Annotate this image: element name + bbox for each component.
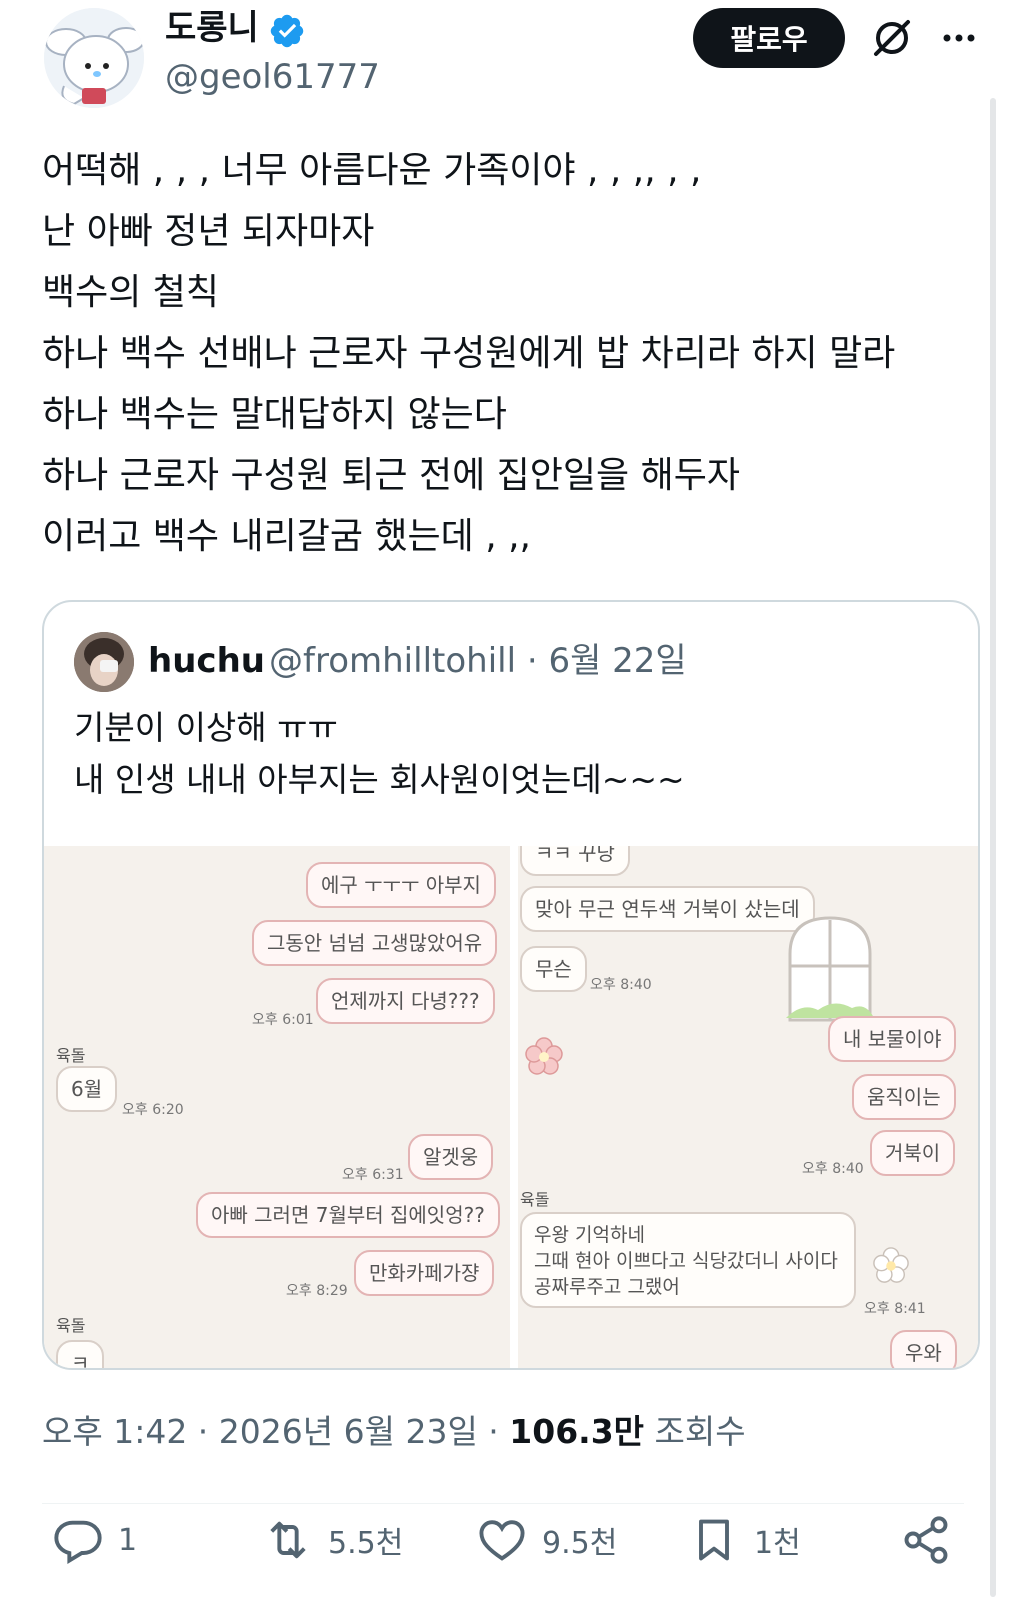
- quote-author-name[interactable]: huchu: [148, 640, 265, 682]
- repost-icon: [270, 1521, 306, 1559]
- reply-icon: [54, 1520, 102, 1565]
- chat-time: 오후 8:29: [286, 1283, 348, 1299]
- chat-bubble: 내 보물이야: [828, 1016, 957, 1062]
- quote-author-avatar[interactable]: [74, 632, 134, 692]
- chat-time: 오후 8:40: [802, 1161, 864, 1177]
- chat-time: 오후 6:31: [342, 1167, 404, 1183]
- quote-text: 기분이 이상해 ㅠㅠ 내 인생 내내 아부지는 회사원이엇는데~~~: [74, 702, 685, 806]
- tweet-line: 어떡해 , , , 너무 아름다운 가족이야 , , ,, , ,: [42, 150, 702, 191]
- bookmark-icon: [699, 1519, 729, 1561]
- chat-time: 오후 6:01: [252, 1012, 314, 1028]
- like-icon: [479, 1520, 525, 1561]
- chat-line: 공짜루주고 그랬어: [534, 1276, 680, 1298]
- image-divider: [510, 846, 518, 1368]
- repost-button[interactable]: 5.5천: [262, 1510, 403, 1570]
- chat-time: 오후 8:41: [864, 1301, 926, 1317]
- chat-bubble: 우와: [890, 1330, 957, 1368]
- view-label: 조회수: [644, 1412, 746, 1451]
- chat-bubble: 알겟웅: [408, 1134, 494, 1180]
- tweet-line: 하나 백수 선배나 근로자 구성원에게 밥 차리라 하지 말라: [42, 333, 896, 374]
- chat-sender: 육돌: [520, 1190, 550, 1209]
- chat-time: 오후 8:40: [590, 977, 652, 993]
- quote-tweet-card[interactable]: huchu @fromhilltohill · 6월 22일 기분이 이상해 ㅠ…: [42, 600, 980, 1370]
- reply-button[interactable]: 1: [52, 1510, 137, 1570]
- tweet-text: 어떡해 , , , 너무 아름다운 가족이야 , , ,, , , 난 아빠 정…: [42, 140, 982, 567]
- chat-bubble: 에구 ㅜㅜㅜ 아부지: [306, 862, 496, 908]
- tweet-line: 하나 백수는 말대답하지 않는다: [42, 394, 507, 435]
- share-icon: [904, 1516, 948, 1564]
- chat-bubble: 6월: [56, 1066, 118, 1112]
- chat-bubble: 무슨: [520, 946, 587, 992]
- divider: [42, 1503, 964, 1504]
- quote-author-handle-date[interactable]: @fromhilltohill · 6월 22일: [269, 640, 687, 682]
- chat-bubble: ㅋ: [56, 1340, 105, 1368]
- quote-line: 기분이 이상해 ㅠㅠ: [74, 708, 338, 747]
- view-count: 106.3만: [509, 1412, 645, 1451]
- bookmark-count: 1천: [754, 1526, 801, 1561]
- bookmark-button[interactable]: 1천: [688, 1510, 801, 1570]
- chat-screenshot-image[interactable]: 에구 ㅜㅜㅜ 아부지 그동안 넘넘 고생많았어유 언제까지 다녕??? 오후 6…: [44, 846, 978, 1368]
- like-count: 9.5천: [542, 1526, 618, 1561]
- author-avatar[interactable]: [44, 8, 144, 108]
- chat-bubble: ㅋㅋ 꾸당: [520, 846, 630, 876]
- tweet-meta: 오후 1:42 · 2026년 6월 23일 · 106.3만 조회수: [42, 1412, 746, 1452]
- chat-bubble-multiline: 우왕 기억하네 그때 현아 이쁘다고 식당갔더니 사이다 공짜루주고 그랬어: [520, 1212, 856, 1308]
- flower-sticker-icon: [525, 1037, 563, 1075]
- flower-sticker-icon: [873, 1247, 909, 1283]
- chat-sender: 육돌: [56, 1046, 86, 1065]
- quote-line: 내 인생 내내 아부지는 회사원이엇는데~~~: [74, 760, 685, 799]
- chat-bubble: 거북이: [870, 1130, 956, 1176]
- tweet-timestamp[interactable]: 오후 1:42 · 2026년 6월 23일 ·: [42, 1412, 509, 1451]
- chat-bubble: 움직이는: [852, 1074, 956, 1120]
- reply-count: 1: [118, 1522, 138, 1558]
- chat-line: 그때 현아 이쁘다고 식당갔더니 사이다: [534, 1250, 838, 1272]
- chat-bubble: 그동안 넘넘 고생많았어유: [252, 920, 498, 966]
- window-sticker-icon: [786, 916, 874, 1022]
- tweet-line: 백수의 철칙: [42, 272, 220, 313]
- author-name[interactable]: 도롱니: [165, 8, 259, 48]
- like-button[interactable]: 9.5천: [476, 1510, 617, 1570]
- grok-icon[interactable]: [868, 14, 916, 62]
- tweet-line: 이러고 백수 내리갈굼 했는데 , ,,: [42, 516, 531, 557]
- chat-bubble: 맞아 무근 연두색 거북이 샀는데: [520, 886, 815, 932]
- chat-bubble: 아빠 그러면 7월부터 집에잇엉??: [196, 1192, 500, 1238]
- chat-bubble: 언제까지 다녕???: [316, 978, 495, 1024]
- verified-badge-icon: [270, 14, 304, 48]
- tweet-line: 난 아빠 정년 되자마자: [42, 211, 375, 252]
- author-handle[interactable]: @geol61777: [165, 56, 380, 98]
- more-icon[interactable]: [935, 14, 983, 62]
- chat-line: 우왕 기억하네: [534, 1224, 645, 1246]
- chat-bubble: 만화카페가쟝: [354, 1250, 495, 1296]
- chat-sender: 육돌: [56, 1316, 86, 1335]
- chat-time: 오후 6:20: [122, 1102, 184, 1118]
- share-button[interactable]: [900, 1510, 966, 1570]
- repost-count: 5.5천: [328, 1526, 404, 1561]
- tweet-line: 하나 근로자 구성원 퇴근 전에 집안일을 해두자: [42, 455, 740, 496]
- follow-button[interactable]: 팔로우: [693, 8, 845, 68]
- scrollbar[interactable]: [990, 98, 996, 1597]
